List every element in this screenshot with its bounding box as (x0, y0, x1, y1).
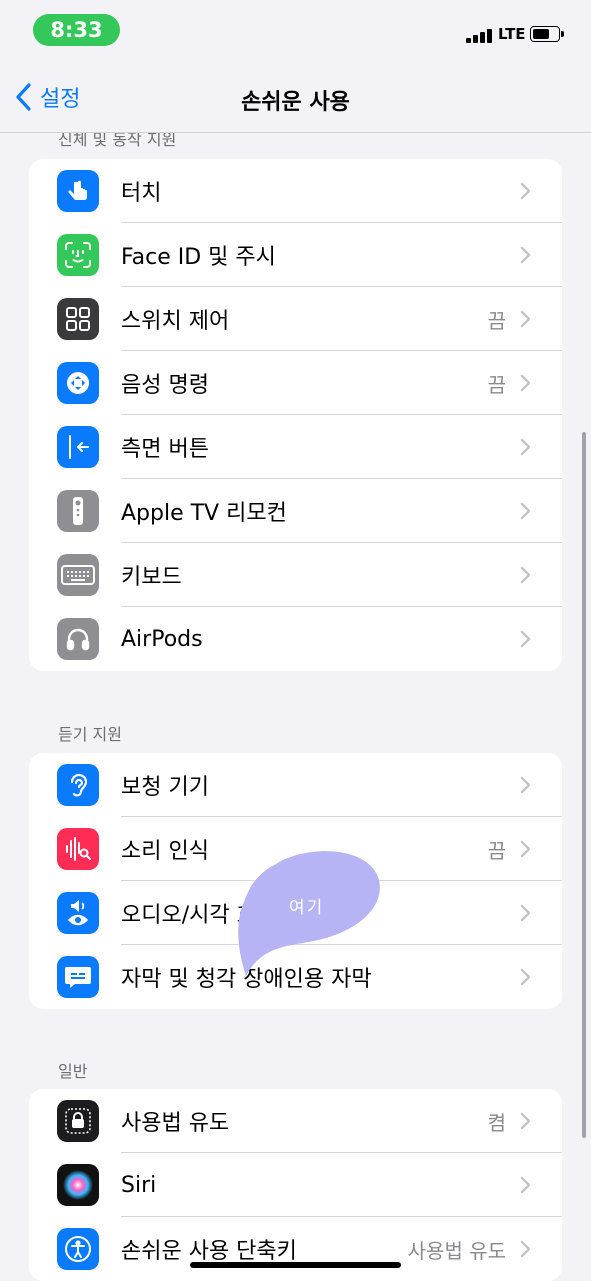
tv-remote-icon (57, 490, 99, 532)
status-bar: 8:33 LTE (0, 0, 591, 62)
row-label: 터치 (121, 181, 162, 206)
chevron-right-icon (520, 246, 531, 264)
cellular-signal-icon (466, 29, 492, 43)
row-guided-access[interactable]: 사용법 유도 켬 (29, 1089, 562, 1153)
airpods-icon (57, 618, 99, 660)
navigation-bar: 설정 손쉬운 사용 (0, 62, 591, 133)
face-id-icon (57, 234, 99, 276)
chevron-right-icon (520, 374, 531, 392)
hand-touch-icon (57, 170, 99, 212)
chevron-right-icon (520, 566, 531, 584)
row-siri[interactable]: Siri (29, 1153, 562, 1217)
switch-control-icon (57, 298, 99, 340)
chevron-right-icon (520, 438, 531, 456)
row-value: 켬 (487, 1110, 506, 1135)
guided-access-icon (57, 1100, 99, 1142)
chevron-right-icon (520, 1176, 531, 1194)
row-value: 끔 (487, 372, 506, 397)
row-switch-control[interactable]: 스위치 제어 끔 (29, 287, 562, 351)
section-header-hearing: 듣기 지원 (58, 725, 122, 744)
chevron-right-icon (520, 182, 531, 200)
row-keyboard[interactable]: 키보드 (29, 543, 562, 607)
subtitles-icon (57, 956, 99, 998)
side-button-icon (57, 426, 99, 468)
row-label: AirPods (121, 626, 203, 652)
row-side-button[interactable]: 측면 버튼 (29, 415, 562, 479)
chevron-right-icon (520, 1112, 531, 1130)
row-label: 음성 명령 (121, 373, 209, 398)
row-label: 키보드 (121, 565, 182, 590)
row-label: 측면 버튼 (121, 437, 209, 462)
chevron-right-icon (520, 904, 531, 922)
row-touch[interactable]: 터치 (29, 159, 562, 223)
row-label: Face ID 및 주시 (121, 245, 276, 270)
general-group: 사용법 유도 켬 Siri 손쉬운 사용 단축키 사용법 유도 (29, 1089, 562, 1281)
battery-icon (530, 26, 564, 42)
physical-motor-group: 터치 Face ID 및 주시 스위치 제어 끔 음성 명령 끔 측면 버튼 A… (29, 159, 562, 671)
scroll-indicator[interactable] (582, 432, 586, 1138)
ear-icon (57, 764, 99, 806)
chevron-right-icon (520, 310, 531, 328)
row-label: 보청 기기 (121, 775, 209, 800)
sound-recognition-icon (57, 828, 99, 870)
accessibility-shortcut-icon (57, 1228, 99, 1270)
chevron-right-icon (520, 502, 531, 520)
voice-control-icon (57, 362, 99, 404)
row-value: 끔 (487, 308, 506, 333)
row-label: 소리 인식 (121, 839, 209, 864)
home-indicator[interactable] (190, 1262, 401, 1268)
row-accessibility-shortcut[interactable]: 손쉬운 사용 단축키 사용법 유도 (29, 1217, 562, 1281)
row-face-id[interactable]: Face ID 및 주시 (29, 223, 562, 287)
chevron-right-icon (520, 630, 531, 648)
keyboard-icon (57, 554, 99, 596)
row-hearing-devices[interactable]: 보청 기기 (29, 753, 562, 817)
status-time[interactable]: 8:33 (33, 14, 120, 46)
row-label: 손쉬운 사용 단축키 (121, 1239, 297, 1264)
section-header-general: 일반 (58, 1062, 88, 1081)
chevron-right-icon (520, 1240, 531, 1258)
row-label: Apple TV 리모컨 (121, 501, 287, 526)
row-label: 사용법 유도 (121, 1111, 230, 1136)
audio-visual-icon (57, 892, 99, 934)
siri-icon (57, 1164, 99, 1206)
chevron-right-icon (520, 840, 531, 858)
row-apple-tv-remote[interactable]: Apple TV 리모컨 (29, 479, 562, 543)
row-value: 끔 (487, 838, 506, 863)
chevron-right-icon (520, 776, 531, 794)
annotation-text: 여기 (289, 898, 325, 918)
row-value: 사용법 유도 (407, 1238, 506, 1263)
page-title: 손쉬운 사용 (241, 90, 350, 115)
chevron-right-icon (520, 968, 531, 986)
row-airpods[interactable]: AirPods (29, 607, 562, 671)
network-type: LTE (498, 25, 526, 43)
row-voice-control[interactable]: 음성 명령 끔 (29, 351, 562, 415)
row-label: Siri (121, 1172, 157, 1198)
row-label: 스위치 제어 (121, 309, 230, 334)
